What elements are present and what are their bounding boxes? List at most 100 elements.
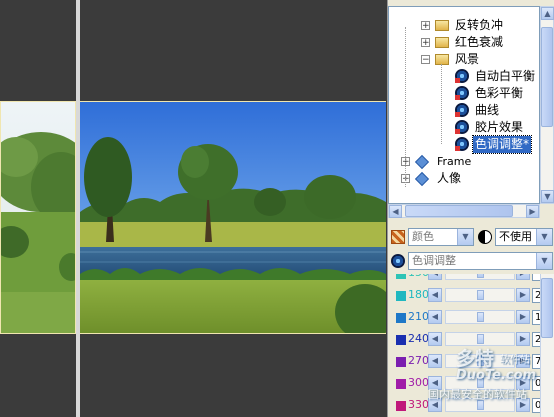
chevron-left-icon[interactable]: ◀ [428, 274, 442, 280]
presets-panel: + 反转负冲 + 红色衰减 − 风景 自动白平衡 色彩平衡 曲线 胶片效果 色调… [387, 0, 554, 417]
category-icon [414, 154, 430, 170]
slider-knob[interactable] [477, 356, 484, 366]
slider-knob[interactable] [477, 378, 484, 388]
lens-filter-icon [391, 254, 405, 268]
hue-label: 150 [408, 274, 429, 279]
hue-label: 270 [408, 354, 429, 367]
hue-slider-row: 180 ◀ ▶ 2 [388, 286, 554, 308]
chevron-down-icon[interactable]: ▼ [536, 253, 552, 269]
tree-vertical-scrollbar[interactable]: ▲ ▼ [540, 6, 554, 204]
folder-icon [435, 37, 449, 48]
folder-icon [435, 20, 449, 31]
folder-open-icon [435, 54, 449, 65]
scroll-left-icon[interactable]: ◀ [389, 205, 402, 218]
hue-slider-track[interactable] [445, 288, 515, 302]
tree-item-reverse-negative[interactable]: + 反转负冲 [389, 17, 539, 34]
tree-item-curves[interactable]: 曲线 [389, 102, 539, 119]
tree-item-label: 自动白平衡 [475, 69, 536, 83]
chevron-right-icon[interactable]: ▶ [516, 332, 530, 346]
tree-guide-line [405, 27, 406, 187]
tree-guide-line [441, 64, 442, 144]
chevron-down-icon[interactable]: ▼ [457, 229, 473, 245]
chevron-right-icon[interactable]: ▶ [516, 310, 530, 324]
hue-slider-track[interactable] [445, 354, 515, 368]
filter-value: 色调调整 [412, 254, 456, 267]
tree-item-portrait[interactable]: + 人像 [389, 170, 539, 187]
scroll-thumb[interactable] [541, 278, 553, 338]
hue-swatch [396, 379, 406, 389]
tree-item-red-fade[interactable]: + 红色衰减 [389, 34, 539, 51]
slider-knob[interactable] [477, 312, 484, 322]
presets-tree[interactable]: + 反转负冲 + 红色衰减 − 风景 自动白平衡 色彩平衡 曲线 胶片效果 色调… [388, 6, 540, 204]
tree-item-auto-white-balance[interactable]: 自动白平衡 [389, 68, 539, 85]
preset-badge-icon [455, 95, 460, 100]
scroll-thumb[interactable] [541, 27, 553, 127]
hue-swatch [396, 335, 406, 345]
hue-swatch [396, 274, 406, 279]
preset-badge-icon [455, 129, 460, 134]
hue-slider-list: 150◀▶180◀▶2210◀▶10240◀▶29270◀▶7300◀▶0330… [388, 274, 554, 417]
hue-slider-row: 240◀▶29 [388, 330, 554, 352]
hue-slider-track[interactable] [445, 376, 515, 390]
chevron-left-icon[interactable]: ◀ [428, 332, 442, 346]
tree-item-label: Frame [437, 155, 472, 168]
tree-item-film-effect[interactable]: 胶片效果 [389, 119, 539, 136]
photo-main[interactable] [80, 101, 386, 334]
hue-slider-row: 270 ◀ ▶ 7 [388, 352, 554, 374]
hue-slider-track[interactable] [445, 332, 515, 346]
expand-icon[interactable]: + [421, 38, 430, 48]
chevron-right-icon[interactable]: ▶ [516, 274, 530, 280]
slider-knob[interactable] [477, 290, 484, 300]
chevron-left-icon[interactable]: ◀ [428, 398, 442, 412]
slider-list-scrollbar[interactable] [540, 274, 554, 417]
blend-mode-select[interactable]: 不使用 ▼ [495, 228, 553, 246]
collapse-icon[interactable]: − [421, 55, 430, 65]
tree-item-hue-adjust[interactable]: 色调调整* [389, 135, 539, 154]
photo-thumbnail-left[interactable] [0, 101, 76, 334]
tree-item-frame[interactable]: + Frame [389, 153, 539, 170]
scroll-down-icon[interactable]: ▼ [541, 190, 554, 203]
hue-label: 180 [408, 288, 429, 301]
hue-slider-track[interactable] [445, 274, 515, 280]
tree-item-label: 胶片效果 [475, 120, 524, 134]
chevron-right-icon[interactable]: ▶ [516, 288, 530, 302]
hue-slider-track[interactable] [445, 398, 515, 412]
chevron-down-icon[interactable]: ▼ [536, 229, 552, 245]
scroll-thumb[interactable] [405, 205, 513, 217]
tree-item-label: 风景 [455, 52, 480, 66]
hue-swatch [396, 401, 406, 411]
chevron-right-icon[interactable]: ▶ [516, 398, 530, 412]
hue-swatch [396, 313, 406, 323]
tree-item-color-balance[interactable]: 色彩平衡 [389, 85, 539, 102]
hue-slider-row: 300 ◀ ▶ 0 [388, 374, 554, 396]
tree-item-landscape[interactable]: − 风景 [389, 51, 539, 68]
hue-slider-row: 330 ◀ ▶ 0 [388, 396, 554, 417]
slider-knob[interactable] [477, 400, 484, 410]
expand-icon[interactable]: + [421, 21, 430, 31]
chevron-right-icon[interactable]: ▶ [516, 354, 530, 368]
slider-knob[interactable] [477, 334, 484, 344]
category-icon [414, 171, 430, 187]
chevron-left-icon[interactable]: ◀ [428, 354, 442, 368]
scroll-right-icon[interactable]: ▶ [526, 205, 539, 218]
tree-horizontal-scrollbar[interactable]: ◀ ▶ [388, 204, 540, 218]
scroll-corner [540, 204, 554, 218]
color-mode-select[interactable]: 颜色 ▼ [408, 228, 474, 246]
hue-label: 330 [408, 398, 429, 411]
chevron-left-icon[interactable]: ◀ [428, 310, 442, 324]
hue-swatch [396, 357, 406, 367]
tree-item-label: 色彩平衡 [475, 86, 524, 100]
hue-slider-row: 210◀▶10 [388, 308, 554, 330]
chevron-right-icon[interactable]: ▶ [516, 376, 530, 390]
scroll-up-icon[interactable]: ▲ [541, 7, 554, 20]
filter-select[interactable]: 色调调整 ▼ [408, 252, 553, 270]
chevron-left-icon[interactable]: ◀ [428, 288, 442, 302]
contrast-icon [478, 230, 492, 244]
slider-knob[interactable] [477, 274, 484, 278]
hue-label: 240 [408, 332, 429, 345]
hue-slider-track[interactable] [445, 310, 515, 324]
chevron-left-icon[interactable]: ◀ [428, 376, 442, 390]
left-photo-image [1, 102, 75, 333]
color-mode-icon [391, 230, 405, 244]
blend-mode-value: 不使用 [499, 230, 532, 243]
